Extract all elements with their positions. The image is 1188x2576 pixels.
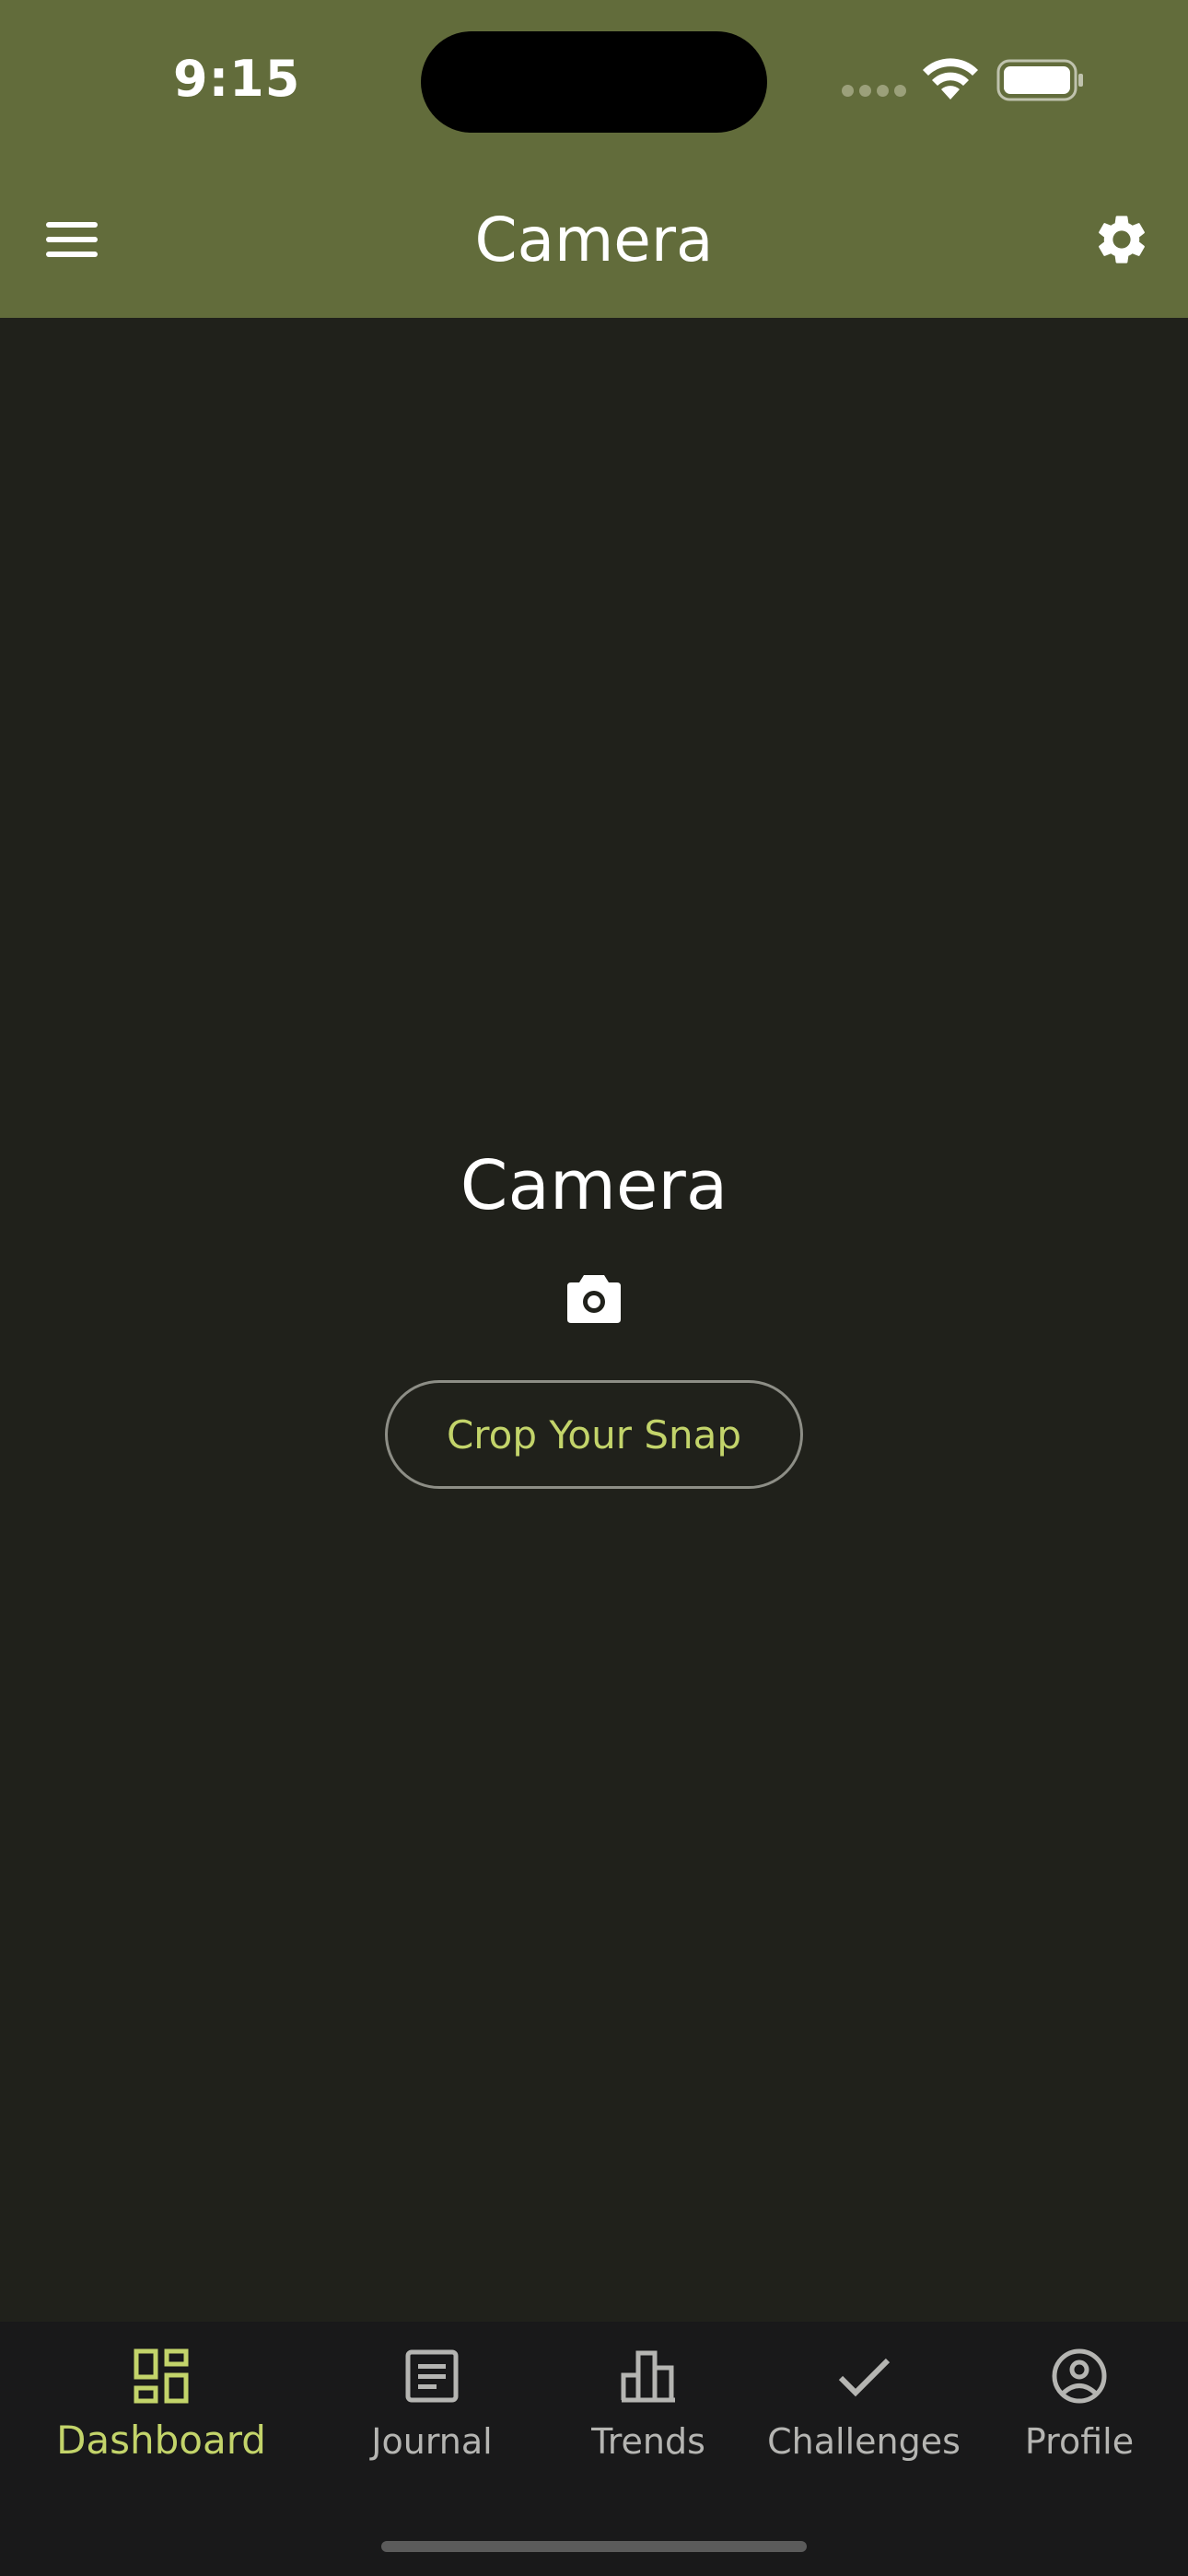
nav-label-challenges: Challenges xyxy=(767,2421,961,2462)
wifi-icon xyxy=(923,58,978,100)
gear-icon[interactable] xyxy=(1092,210,1151,269)
dynamic-island xyxy=(421,31,767,133)
nav-item-profile[interactable]: Profile xyxy=(987,2348,1171,2476)
dashboard-icon xyxy=(134,2348,189,2404)
nav-label-dashboard: Dashboard xyxy=(56,2418,266,2463)
app-header: 9:15 Camera xyxy=(0,0,1188,318)
nav-item-dashboard[interactable]: Dashboard xyxy=(51,2348,272,2476)
nav-item-trends[interactable]: Trends xyxy=(556,2348,740,2476)
camera-heading: Camera xyxy=(460,1146,728,1225)
status-time: 9:15 xyxy=(173,50,301,108)
nav-label-profile: Profile xyxy=(1024,2421,1135,2462)
battery-icon xyxy=(996,59,1083,101)
checkmark-icon xyxy=(838,2358,891,2397)
page-title: Camera xyxy=(474,205,714,275)
nav-item-challenges[interactable]: Challenges xyxy=(763,2348,965,2476)
profile-icon xyxy=(1052,2348,1107,2404)
bar-chart-icon xyxy=(621,2350,675,2403)
crop-snap-button[interactable]: Crop Your Snap xyxy=(385,1380,803,1489)
camera-icon[interactable] xyxy=(565,1273,623,1325)
journal-icon xyxy=(405,2349,459,2403)
home-indicator[interactable] xyxy=(381,2541,807,2552)
nav-label-trends: Trends xyxy=(591,2421,705,2462)
nav-label-journal: Journal xyxy=(371,2421,493,2462)
nav-item-journal[interactable]: Journal xyxy=(340,2348,524,2476)
cellular-signal-icon xyxy=(842,85,906,98)
